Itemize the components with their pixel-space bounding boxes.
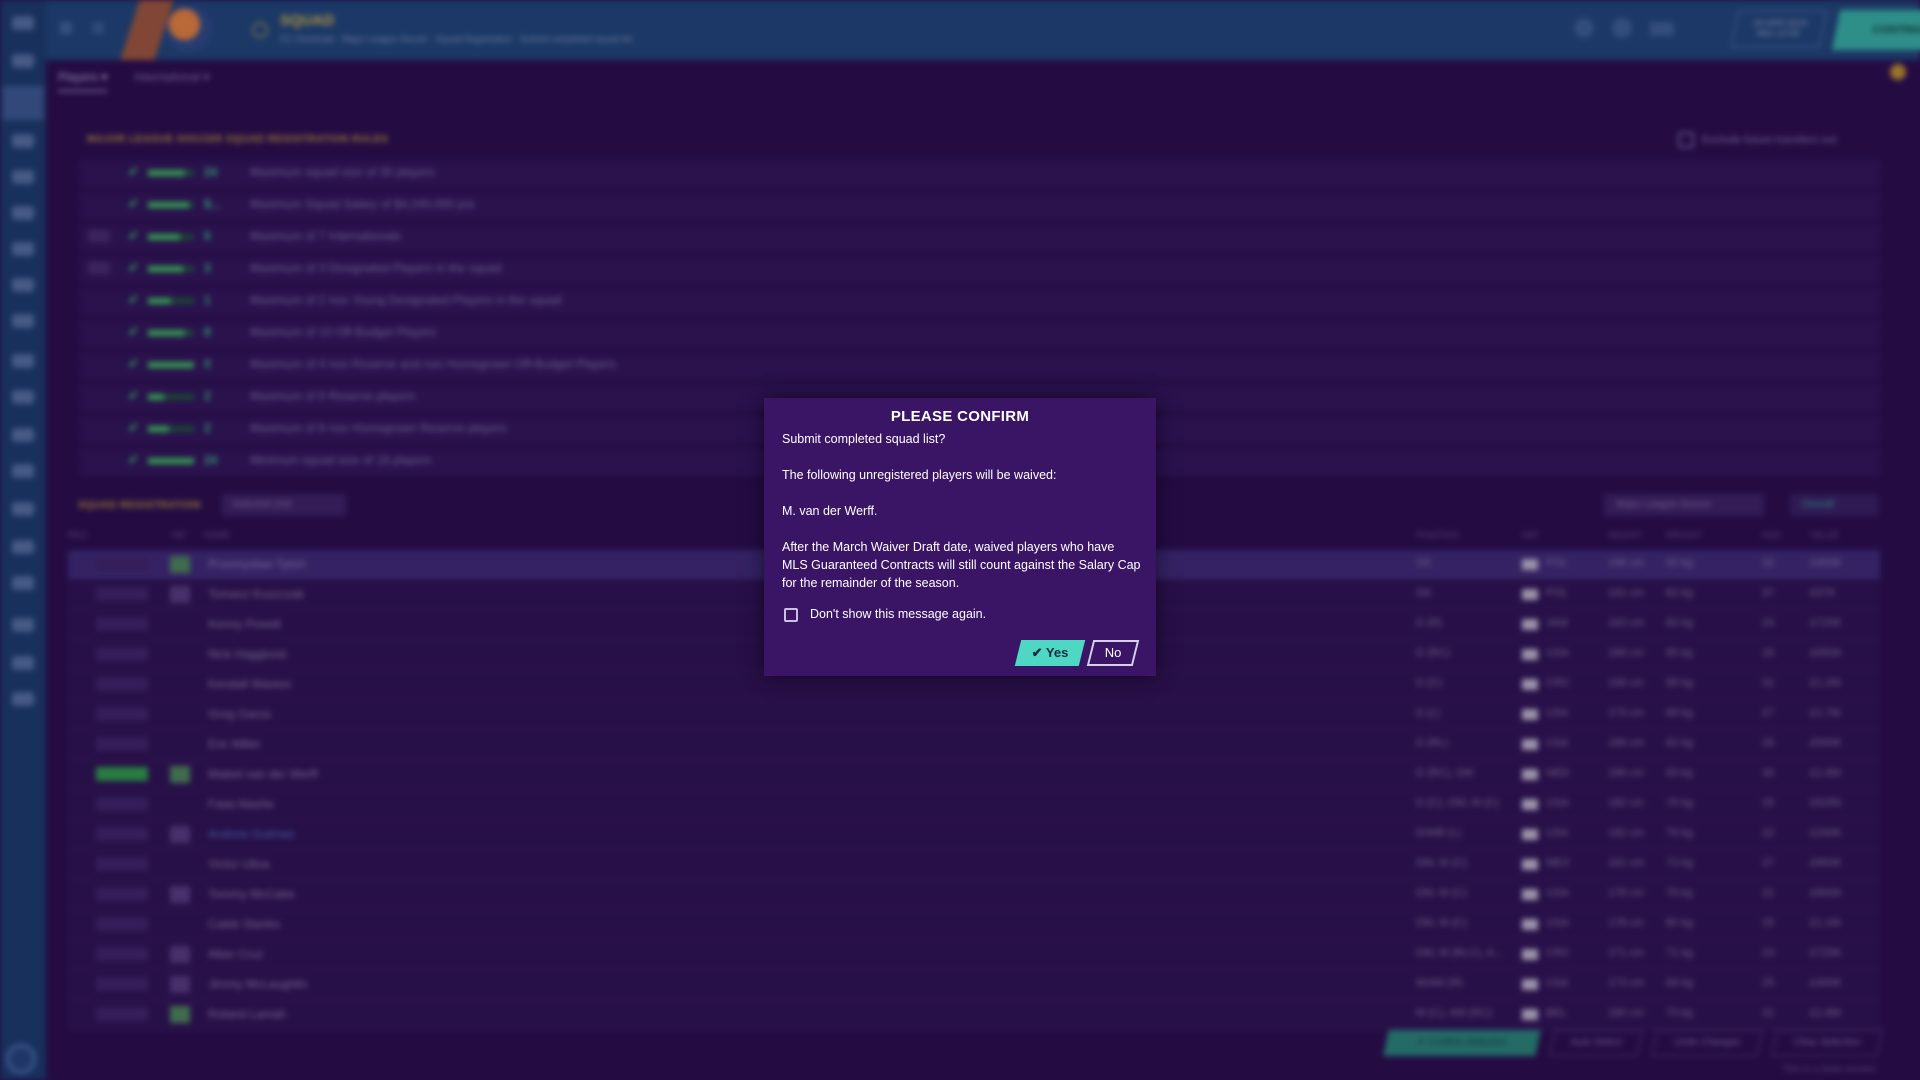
dialog-waived-player: M. van der Werff. (782, 504, 878, 518)
yes-button[interactable]: ✔ Yes (1014, 640, 1086, 666)
dont-show-again-checkbox[interactable] (784, 608, 798, 622)
yes-label: Yes (1045, 645, 1069, 660)
no-label: No (1104, 645, 1122, 660)
confirm-dialog: PLEASE CONFIRM Submit completed squad li… (764, 398, 1156, 676)
dialog-question: Submit completed squad list? (782, 432, 946, 446)
dialog-title: PLEASE CONFIRM (890, 408, 1030, 425)
no-button[interactable]: No (1086, 640, 1140, 666)
dialog-waiver-intro: The following unregistered players will … (782, 468, 1057, 482)
dont-show-again-label[interactable]: Don't show this message again. (810, 607, 986, 621)
dialog-salary-cap-note: After the March Waiver Draft date, waive… (782, 540, 1141, 590)
checkmark-icon: ✔ (1031, 645, 1046, 660)
